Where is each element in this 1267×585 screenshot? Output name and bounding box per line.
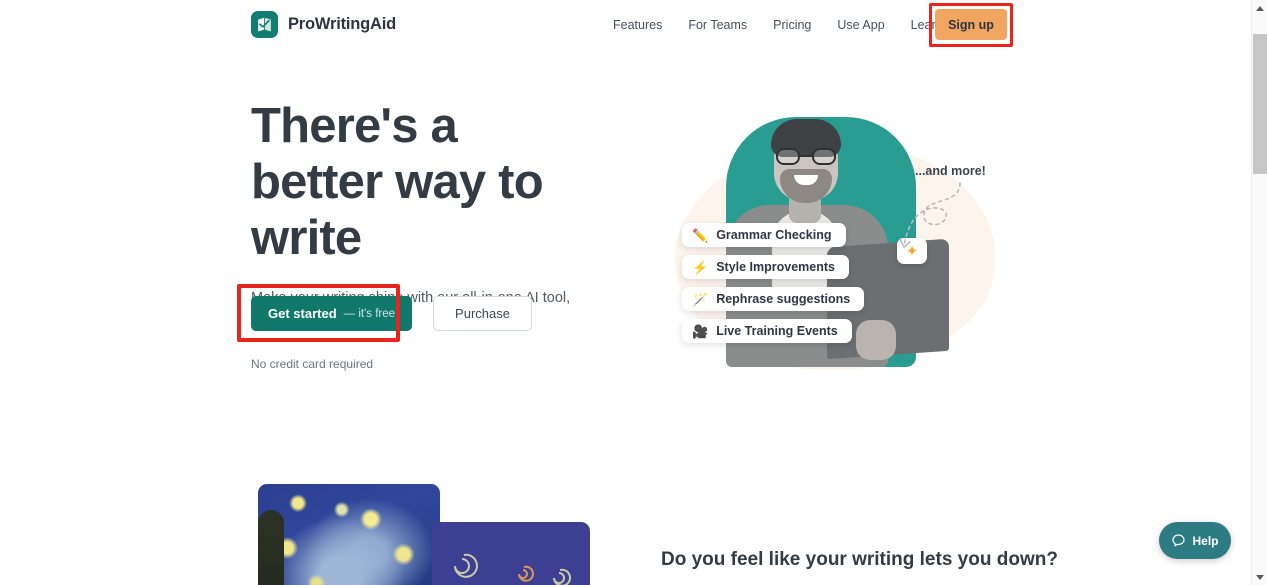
badge-label: Live Training Events [716,324,838,338]
feature-badge-list: ✏️ Grammar Checking ⚡ Style Improvements… [682,223,865,343]
blue-swirls-image [432,522,590,585]
scroll-down-arrow-icon[interactable] [1252,569,1267,585]
site-header: ProWritingAid Features For Teams Pricing… [0,0,1251,49]
glasses-bridge [800,155,812,158]
brand-logo-link[interactable]: ProWritingAid [251,11,396,38]
nav-link-for-teams[interactable]: For Teams [675,12,760,38]
and-more-callout: ...and more! [915,164,986,178]
hero-illustration: ✦ ...and more! ✏️ Grammar Checking ⚡ Sty… [660,95,1030,380]
badge-label: Rephrase suggestions [716,292,851,306]
badge-rephrase-suggestions: 🪄 Rephrase suggestions [682,287,865,311]
hero-cta-row: Get started — it's free Purchase [237,284,532,342]
movie-camera-icon: 🎥 [692,323,709,339]
dotted-arrow-icon [899,182,961,248]
glasses-left-lens [776,148,800,165]
badge-style-improvements: ⚡ Style Improvements [682,255,849,279]
scroll-up-arrow-icon[interactable] [1252,0,1267,16]
nav-link-use-app[interactable]: Use App [824,12,897,38]
signup-button[interactable]: Sign up [935,9,1007,40]
cypress-tree-shape [258,510,284,585]
page-root: ProWritingAid Features For Teams Pricing… [0,0,1267,585]
vertical-scrollbar[interactable] [1251,0,1267,585]
scrollbar-thumb[interactable] [1253,34,1267,174]
magic-wand-icon: 🪄 [692,291,709,307]
book-check-icon [251,11,278,38]
lightning-bolt-icon: ⚡ [692,259,709,275]
glasses-right-lens [812,148,836,165]
purchase-button[interactable]: Purchase [433,296,532,331]
get-started-free-note: — it's free [343,307,396,320]
starry-night-image [258,484,440,585]
badge-label: Grammar Checking [716,228,832,242]
brand-name: ProWritingAid [288,15,397,33]
nav-link-features[interactable]: Features [600,12,675,38]
help-widget-label: Help [1192,533,1219,548]
swirl-doodles-icon [454,553,571,585]
nav-link-pricing[interactable]: Pricing [760,12,824,38]
scroll-up-triangle [1255,5,1264,11]
glasses-icon [774,148,838,165]
badge-label: Style Improvements [716,260,835,274]
page-title: There's a better way to write [251,99,544,265]
browser-viewport: ProWritingAid Features For Teams Pricing… [0,0,1251,585]
section-heading-writing-lets-you-down: Do you feel like your writing lets you d… [661,549,1058,570]
chat-bubble-icon [1172,534,1186,547]
help-widget-button[interactable]: Help [1159,522,1231,559]
no-credit-card-note: No credit card required [251,357,374,371]
scroll-down-triangle [1255,574,1264,580]
get-started-button[interactable]: Get started — it's free [251,296,413,331]
pencil-icon: ✏️ [692,227,709,243]
badge-grammar-checking: ✏️ Grammar Checking [682,223,846,247]
get-started-label: Get started [268,306,337,321]
scrollbar-track[interactable] [1252,16,1267,569]
signup-button-group: Sign up [929,3,1013,47]
badge-live-training-events: 🎥 Live Training Events [682,319,852,343]
